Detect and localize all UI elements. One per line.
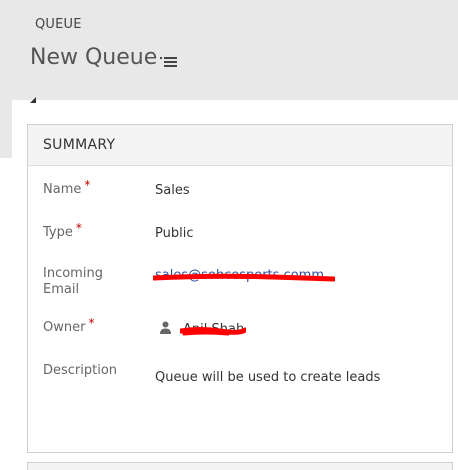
name-required-marker: * [84, 178, 91, 192]
name-label: Name * [43, 178, 91, 198]
summary-section: SUMMARY Name * Sales Type * Public Incomin… [27, 124, 453, 453]
incoming-email-field[interactable]: sales@sohcesports.comm... [155, 268, 336, 283]
owner-field[interactable]: Anil Shah [183, 322, 244, 337]
description-label: Description [43, 363, 118, 378]
owner-label-text: Owner [43, 320, 86, 335]
queue-form-page: QUEUE New Queue SUMMARY Name * Sales Type… [0, 0, 458, 470]
next-section-header [27, 462, 453, 470]
type-label: Type * [43, 221, 82, 241]
user-icon [160, 321, 171, 334]
name-label-text: Name [43, 182, 82, 197]
collapse-caret-icon[interactable] [30, 97, 36, 103]
description-field[interactable]: Queue will be used to create leads [155, 370, 380, 385]
form-header: QUEUE New Queue [0, 0, 458, 100]
left-nav-strip [0, 100, 12, 158]
summary-section-title: SUMMARY [43, 137, 116, 153]
type-label-text: Type [43, 225, 73, 240]
incoming-email-label-line2: Email [43, 282, 80, 297]
owner-label: Owner * [43, 316, 95, 336]
type-required-marker: * [75, 221, 82, 235]
list-menu-icon[interactable] [160, 54, 178, 68]
type-field[interactable]: Public [155, 226, 193, 241]
name-field[interactable]: Sales [155, 183, 190, 198]
entity-type-label: QUEUE [35, 17, 82, 32]
summary-section-header: SUMMARY [28, 125, 452, 166]
owner-required-marker: * [88, 316, 95, 330]
incoming-email-label-line1: Incoming [43, 266, 103, 281]
record-title: New Queue [30, 45, 158, 70]
incoming-email-label: Incoming Email [43, 266, 103, 298]
